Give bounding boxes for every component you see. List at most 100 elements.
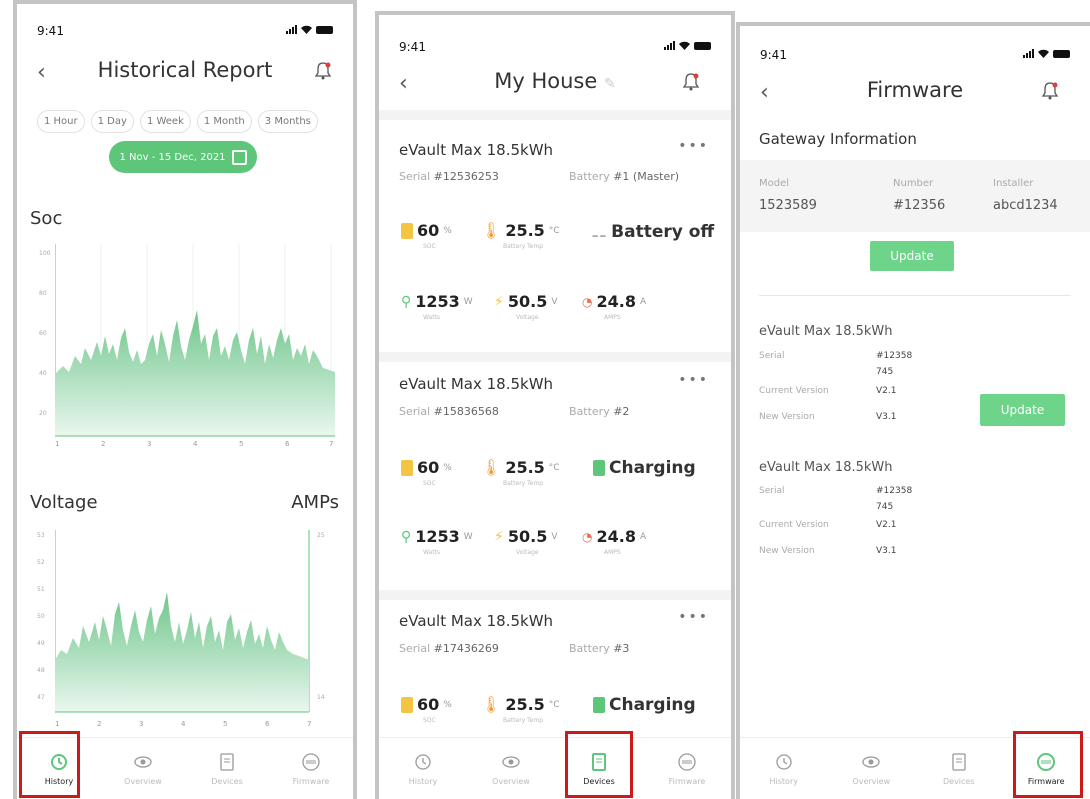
temp-caption: Battery Temp — [503, 480, 544, 487]
device-card[interactable]: eVault Max 18.5kWh ••• Serial #15836568 … — [379, 362, 731, 590]
tab-3-months[interactable]: 3 Months — [257, 110, 318, 133]
new-version-value: V3.1 — [876, 546, 897, 556]
nav-devices-label: Devices — [211, 777, 243, 786]
serial-value: #15836568 — [433, 405, 499, 418]
divider — [379, 110, 731, 120]
serial-value-cont: 745 — [876, 502, 894, 512]
nav-devices-label: Devices — [942, 777, 975, 786]
devices-screen: 9:41 ‹ My House ✎ eVault Max 18.5kWh •••… — [379, 15, 731, 799]
bell-icon[interactable] — [1040, 80, 1060, 102]
current-version-label: Current Version — [759, 386, 829, 396]
battery-level-icon — [401, 459, 413, 476]
nav-firmware[interactable]: Firmware — [269, 738, 353, 799]
highlight-history — [19, 731, 80, 798]
y-tick: 52 — [37, 559, 45, 566]
y-tick: 49 — [37, 640, 45, 647]
more-icon[interactable]: ••• — [678, 609, 709, 625]
tab-1-day[interactable]: 1 Day — [90, 110, 134, 133]
battery: Battery #1 (Master) — [569, 170, 679, 183]
temp-value: 25.5 — [505, 458, 545, 477]
devices-icon — [220, 753, 234, 771]
nav-history[interactable]: History — [379, 738, 467, 799]
page-title: Firmware — [866, 78, 964, 102]
tab-1-week[interactable]: 1 Week — [139, 110, 191, 133]
nav-devices[interactable]: Devices — [915, 738, 1003, 799]
more-icon[interactable]: ••• — [678, 372, 709, 388]
date-range-picker[interactable]: 1 Nov - 15 Dec, 2021 — [109, 141, 257, 173]
device-name: eVault Max 18.5kWh — [759, 460, 893, 475]
battery-level-icon — [401, 696, 413, 713]
watts-value: 1253 — [415, 527, 460, 546]
divider — [379, 352, 731, 362]
history-screen: 9:41 ‹ Historical Report 1 Hour 1 Day 1 … — [17, 4, 353, 799]
battery-icon — [694, 41, 711, 50]
more-icon[interactable]: ••• — [678, 138, 709, 154]
gateway-title: Gateway Information — [759, 130, 917, 148]
firmware-icon — [302, 753, 320, 771]
serial-label: Serial — [759, 486, 785, 496]
page-title: Historical Report — [97, 58, 273, 82]
device-update-button[interactable]: Update — [980, 394, 1065, 426]
gateway-update-button[interactable]: Update — [870, 241, 954, 271]
bell-icon[interactable] — [313, 60, 333, 82]
y-tick: 100 — [39, 250, 51, 257]
battery: Battery #3 — [569, 642, 629, 655]
soc-unit: % — [443, 462, 452, 473]
status-bar: 9:41 — [379, 15, 731, 55]
soc-metric: 60% SOC — [401, 221, 452, 250]
device-card[interactable]: eVault Max 18.5kWh ••• Serial #17436269 … — [379, 600, 731, 740]
bottom-nav: History Overview Devices Firmware — [379, 737, 731, 799]
bell-icon[interactable] — [681, 71, 701, 93]
nav-overview[interactable]: Overview — [828, 738, 916, 799]
soc-value: 60 — [417, 221, 440, 240]
eye-icon — [134, 756, 152, 768]
nav-overview-label: Overview — [492, 777, 530, 786]
battery-icon — [1053, 49, 1070, 58]
device-card[interactable]: eVault Max 18.5kWh ••• Serial #12536253 … — [379, 120, 731, 352]
temp-metric: 🌡 25.5 °C Battery Temp — [481, 221, 560, 250]
status-metric: Charging — [593, 695, 696, 715]
history-icon — [776, 754, 792, 770]
nav-devices[interactable]: Devices — [185, 738, 269, 799]
tab-1-hour[interactable]: 1 Hour — [37, 110, 85, 133]
charging-battery-icon — [593, 460, 605, 476]
tab-1-month[interactable]: 1 Month — [196, 110, 252, 133]
nav-overview[interactable]: Overview — [101, 738, 185, 799]
status-time: 9:41 — [399, 40, 426, 54]
amps-unit: A — [639, 296, 647, 307]
status-metric: ⚋ Battery off — [591, 221, 714, 242]
y-tick: 48 — [37, 667, 45, 674]
nav-history-label: History — [408, 777, 438, 786]
voltage-title: Voltage — [30, 492, 98, 513]
temp-metric: 🌡 25.5 °C Battery Temp — [481, 695, 560, 724]
lightning-icon: ⚡ — [494, 293, 504, 310]
edit-icon[interactable]: ✎ — [604, 76, 616, 92]
amps-caption: AMPS — [604, 314, 621, 321]
y-tick: 47 — [37, 694, 45, 701]
current-version-value: V2.1 — [876, 386, 897, 396]
new-version-label: New Version — [759, 412, 815, 422]
soc-value: 60 — [417, 695, 440, 714]
volts-value: 50.5 — [507, 527, 548, 546]
battery-value: #3 — [613, 642, 630, 655]
amps-metric: ◔ 24.8 A AMPS — [582, 527, 646, 556]
y2-tick: 14 — [317, 694, 325, 701]
battery-label: Battery — [569, 642, 610, 655]
amps-metric: ◔ 24.8 A AMPS — [582, 292, 647, 321]
calendar-icon — [231, 149, 247, 165]
number-label: Number — [893, 178, 934, 189]
serial-value: #12536253 — [433, 170, 499, 183]
soc-unit: % — [443, 699, 452, 710]
highlight-devices — [565, 731, 633, 798]
volts-unit: V — [551, 531, 558, 542]
x-tick: 1 — [55, 440, 60, 448]
nav-overview[interactable]: Overview — [467, 738, 555, 799]
amps-value: 24.8 — [596, 292, 636, 311]
volts-metric: ⚡ 50.5 V Voltage — [494, 527, 558, 556]
serial-value-cont: 745 — [876, 367, 894, 377]
x-tick: 7 — [307, 720, 312, 728]
serial-label: Serial — [759, 351, 785, 361]
nav-firmware[interactable]: Firmware — [643, 738, 731, 799]
nav-history[interactable]: History — [740, 738, 828, 799]
serial-value: #12358 — [876, 486, 913, 496]
